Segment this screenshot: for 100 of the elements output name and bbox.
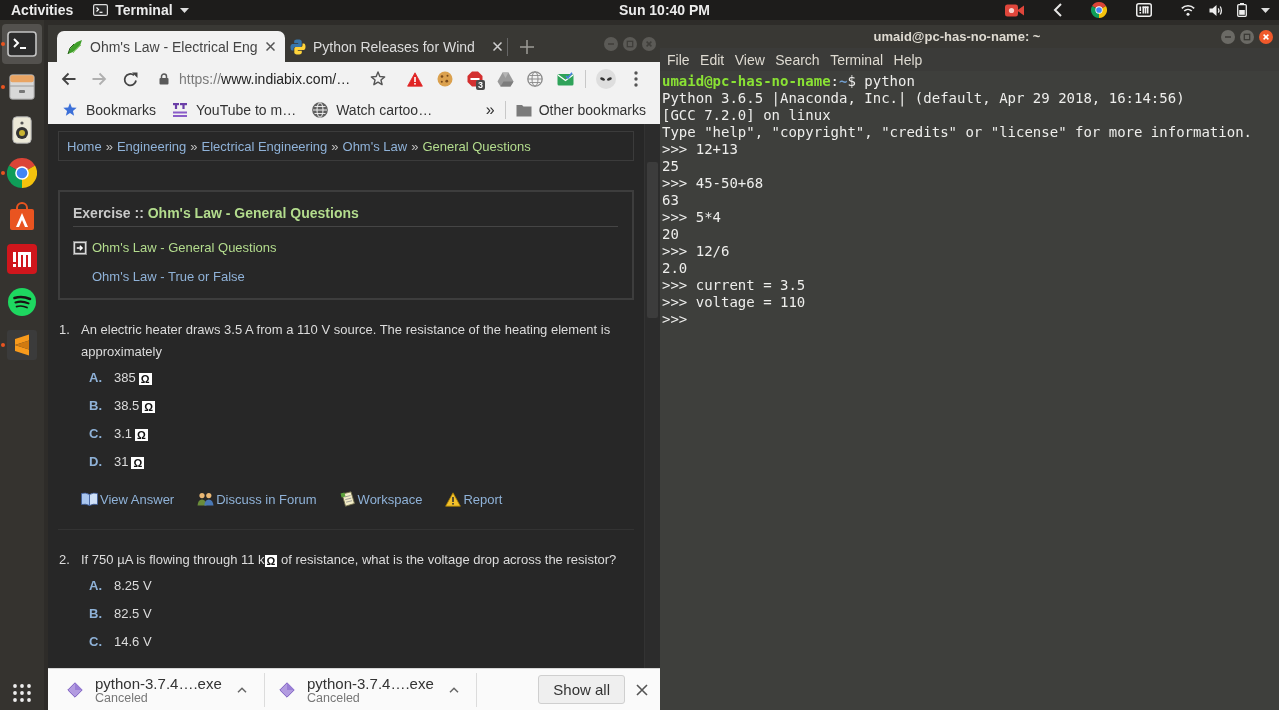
option-letter[interactable]: C. — [81, 425, 114, 441]
activities-button[interactable]: Activities — [11, 0, 74, 20]
action-link[interactable]: View Answer — [81, 491, 175, 507]
option-letter[interactable]: D. — [81, 453, 114, 469]
editor-icon — [7, 329, 37, 360]
action-link[interactable]: Discuss in Forum — [197, 491, 317, 507]
notepad-icon — [339, 491, 356, 507]
app-tile-icon[interactable] — [1136, 3, 1152, 17]
star-icon[interactable] — [370, 71, 386, 87]
terminal-line: umaid@pc-has-no-name:~$ python — [662, 73, 916, 90]
menu-item[interactable]: Search — [775, 51, 820, 68]
address-field[interactable]: https://www.indiabix.com/… — [150, 65, 400, 93]
option-letter[interactable]: B. — [81, 397, 114, 413]
badge-count: 3 — [476, 80, 485, 90]
menu-item[interactable]: Terminal — [830, 51, 884, 68]
plus-icon[interactable] — [520, 39, 534, 54]
folder-icon — [515, 103, 532, 117]
battery-icon[interactable] — [1237, 3, 1247, 17]
tab[interactable]: Ohm's Law - Electrical Eng — [57, 31, 285, 62]
cookie-icon[interactable] — [437, 71, 453, 87]
terminal-line: >>> 12/6 — [662, 243, 731, 260]
terminal-line: Python 3.6.5 |Anaconda, Inc.| (default, Apr 29 2018, 16:14:56) — [662, 90, 1186, 107]
question-text: An electric heater draws 3.5 A from a 110 V source. The resistance of the heating element is approximately — [81, 321, 612, 361]
avatar-icon[interactable] — [596, 69, 616, 89]
option-letter[interactable]: A. — [81, 369, 114, 385]
action-link[interactable]: Report — [445, 491, 503, 507]
download-filename[interactable]: python-3.7.4….exe — [95, 674, 232, 692]
volume-icon[interactable] — [1209, 3, 1223, 17]
globe-icon[interactable] — [527, 71, 543, 87]
warning-icon[interactable] — [407, 71, 423, 87]
terminal-icon — [7, 30, 37, 57]
menu-item[interactable]: Edit — [700, 51, 725, 68]
breadcrumb-link[interactable]: Home — [67, 138, 102, 154]
caret-up-icon[interactable] — [237, 686, 247, 693]
diamond-file-icon — [279, 681, 295, 698]
option-value: 14.6 V — [114, 633, 152, 649]
breadcrumb-separator: » — [411, 138, 419, 154]
bookmark-folder[interactable]: Other bookmarks — [515, 98, 646, 122]
launcher-button[interactable] — [2, 23, 42, 64]
book-icon — [81, 492, 98, 506]
option-letter[interactable]: C. — [81, 633, 114, 649]
option-value: 385 Ω — [114, 369, 152, 385]
tab[interactable]: Python Releases for Wind — [285, 31, 507, 62]
breadcrumb-link[interactable]: Electrical Engineering — [201, 138, 328, 154]
arrow-box-icon — [73, 241, 87, 255]
warning-icon[interactable] — [445, 491, 462, 507]
terminal-line: 63 — [662, 192, 680, 209]
wifi-icon[interactable] — [1181, 4, 1195, 16]
browser-icon[interactable] — [1091, 2, 1107, 18]
clock[interactable]: Sun 10:40 PM — [619, 2, 711, 18]
sound-waves-icon — [8, 287, 36, 316]
terminal-line: >>> 45-50+68 — [662, 175, 765, 192]
window-title: umaid@pc-has-no-name: ~ — [872, 29, 1042, 44]
option-letter[interactable]: A. — [81, 577, 114, 593]
terminal-icon — [93, 4, 109, 16]
breadcrumb-link[interactable]: Engineering — [116, 138, 187, 154]
video-camera-icon[interactable] — [1005, 3, 1024, 17]
terminal-line: [GCC 7.2.0] on linux — [662, 107, 832, 124]
question-number: 2. — [58, 551, 71, 569]
globe-icon[interactable] — [312, 102, 329, 118]
shopping-bag-icon — [9, 201, 35, 230]
breadcrumb-current: General Questions — [422, 138, 531, 154]
option-value: 8.25 V — [114, 577, 152, 593]
option-value: 38.5 Ω — [114, 397, 156, 413]
more-bookmarks-button[interactable]: » — [485, 98, 495, 122]
close-icon[interactable] — [266, 42, 275, 51]
breadcrumb-link[interactable]: Ohm's Law — [342, 138, 408, 154]
favicon-icon — [172, 102, 189, 118]
forward-arrow-icon — [92, 72, 107, 86]
envelope-icon[interactable] — [556, 72, 574, 86]
exercise-link[interactable]: Ohm's Law - True or False — [73, 266, 618, 288]
option-value: 31 Ω — [114, 453, 145, 469]
download-filename[interactable]: python-3.7.4….exe — [307, 674, 444, 692]
more-menu-icon[interactable] — [634, 71, 638, 87]
bookmark-item[interactable]: Bookmarks — [62, 98, 157, 122]
exercise-link[interactable]: Ohm's Law - General Questions — [73, 237, 618, 259]
terminal-line: 2.0 — [662, 260, 689, 277]
caret-up-icon[interactable] — [449, 686, 459, 693]
close-button[interactable] — [1259, 29, 1273, 44]
caret-down-icon[interactable] — [1261, 7, 1270, 13]
chevron-left-icon[interactable] — [1053, 3, 1062, 17]
option-letter[interactable]: B. — [81, 605, 114, 621]
bookmark-item[interactable]: YouTube to m… — [172, 98, 297, 122]
menu-item[interactable]: File — [667, 51, 690, 68]
terminal-line: Type "help", "copyright", "credits" or "license" for more information. — [662, 124, 1253, 141]
triangle-icon[interactable] — [496, 71, 514, 87]
action-link[interactable]: Workspace — [339, 491, 423, 507]
close-icon[interactable] — [636, 683, 648, 696]
speaker-icon — [12, 115, 32, 144]
app-grid-icon[interactable] — [13, 684, 31, 702]
bookmark-item[interactable]: Watch cartoo… — [312, 98, 433, 122]
download-status: Canceled — [95, 691, 148, 705]
app-menu[interactable]: Terminal — [93, 0, 189, 20]
breadcrumb-separator: » — [105, 138, 113, 154]
terminal-line: >>> 5*4 — [662, 209, 722, 226]
menu-item[interactable]: View — [734, 51, 765, 68]
menu-item[interactable]: Help — [893, 51, 923, 68]
star-icon — [62, 102, 78, 118]
question-number: 1. — [58, 321, 71, 339]
show-all-button[interactable]: Show all — [538, 675, 625, 704]
